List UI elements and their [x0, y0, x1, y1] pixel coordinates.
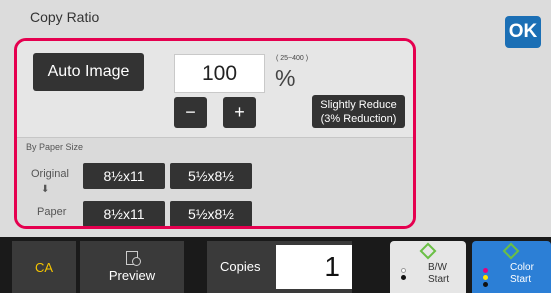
- original-size-statement-button[interactable]: 5½x8½: [170, 163, 252, 189]
- by-paper-size-label: By Paper Size: [26, 142, 84, 152]
- ratio-increase-button[interactable]: +: [223, 97, 256, 128]
- preview-icon: [126, 251, 141, 266]
- copy-ratio-panel: Copy Ratio OK Auto Image 100 ( 25~400 ) …: [0, 0, 551, 237]
- original-size-letter-button[interactable]: 8½x11: [83, 163, 165, 189]
- paper-size-letter-button[interactable]: 8½x11: [83, 201, 165, 226]
- preview-button[interactable]: Preview: [80, 241, 184, 293]
- slightly-reduce-sublabel: (3% Reduction): [320, 112, 397, 125]
- copies-label: Copies: [220, 259, 261, 274]
- auto-image-button[interactable]: Auto Image: [33, 53, 144, 91]
- ratio-decrease-button[interactable]: −: [174, 97, 207, 128]
- paper-size-statement-button[interactable]: 5½x8½: [170, 201, 252, 226]
- clear-all-button[interactable]: CA: [12, 241, 76, 293]
- slightly-reduce-button[interactable]: Slightly Reduce (3% Reduction): [312, 95, 405, 128]
- ratio-controls-area: Auto Image 100 ( 25~400 ) % − + Slightly…: [17, 41, 413, 137]
- start-diamond-icon: [502, 242, 520, 260]
- paper-size-area: By Paper Size Original ⬇ Paper 8½x11 5½x…: [17, 137, 413, 226]
- ok-button[interactable]: OK: [505, 16, 541, 48]
- original-label: Original: [31, 168, 69, 180]
- start-diamond-icon: [419, 242, 437, 260]
- slightly-reduce-label: Slightly Reduce: [320, 98, 397, 111]
- paper-label: Paper: [37, 206, 67, 218]
- ratio-value-input[interactable]: 100: [174, 54, 265, 93]
- bw-indicator-icon: [401, 268, 406, 282]
- ratio-settings-box: Auto Image 100 ( 25~400 ) % − + Slightly…: [14, 38, 416, 229]
- bw-start-button[interactable]: B/W Start: [390, 241, 466, 293]
- preview-label: Preview: [108, 268, 156, 283]
- color-indicator-icon: [483, 268, 488, 289]
- percent-unit-label: %: [275, 65, 296, 91]
- color-start-button[interactable]: Color Start: [472, 241, 551, 293]
- bw-start-label: B/W Start: [428, 262, 450, 285]
- arrow-down-icon: ⬇: [41, 184, 50, 195]
- copies-input[interactable]: 1: [276, 245, 352, 289]
- ratio-range-label: ( 25~400 ): [276, 55, 309, 62]
- color-start-label: Color Start: [510, 262, 534, 285]
- page-title: Copy Ratio: [30, 9, 100, 25]
